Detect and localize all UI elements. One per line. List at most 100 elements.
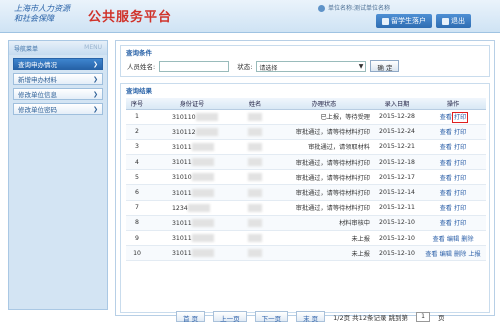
date-cell: 2015-12-18 [374, 154, 420, 171]
sidebar-item-label: 修改单位信息 [18, 91, 57, 99]
sidebar-header: 导航菜单 MENU [9, 41, 107, 55]
confirm-button[interactable]: 确 定 [370, 60, 400, 72]
logo-line-2: 和社会保障 [14, 14, 54, 23]
id-number-cell: 310112 [148, 124, 236, 140]
prev-page-button[interactable]: 上一页 [213, 311, 247, 323]
id-number-cell: 310110 [148, 109, 236, 125]
logout-button[interactable]: 退出 [436, 14, 471, 28]
date-cell: 2015-12-21 [374, 139, 420, 156]
redacted-block [248, 112, 262, 121]
view-link[interactable]: 查看 [425, 251, 437, 258]
table-row: 10 31011 未上报 2015-12-10 查看 编辑 删除 上报 [126, 245, 486, 262]
chevron-right-icon: ❯ [92, 75, 98, 83]
sidebar-item-add[interactable]: 新增申办材料 ❯ [13, 73, 103, 85]
print-link[interactable]: 打印 [454, 205, 466, 212]
date-cell: 2015-12-10 [374, 230, 420, 247]
id-number-cell: 31011 [148, 139, 236, 156]
edit-link[interactable]: 编辑 [440, 251, 452, 258]
print-link[interactable]: 打印 [451, 112, 469, 124]
view-link[interactable]: 查看 [440, 114, 452, 121]
date-cell: 2015-12-10 [374, 245, 420, 262]
id-number-cell: 31011 [148, 215, 236, 232]
view-link[interactable]: 查看 [440, 144, 452, 151]
redacted-block [191, 218, 214, 227]
status-cell: 审批通过，请等待材料打印 [274, 200, 374, 216]
view-link[interactable]: 查看 [440, 220, 452, 227]
redacted-block [248, 127, 262, 136]
id-number-text: 31010 [172, 174, 192, 182]
operations-cell: 查看 打印 [420, 169, 486, 186]
redacted-block [248, 158, 262, 167]
name-cell [236, 139, 274, 156]
print-link[interactable]: 打印 [454, 220, 466, 227]
redacted-block [191, 234, 214, 243]
edit-link[interactable]: 编辑 [447, 236, 459, 243]
first-page-button[interactable]: 首 页 [176, 311, 206, 323]
operations-cell: 查看 编辑 删除 上报 [420, 245, 486, 262]
date-cell: 2015-12-17 [374, 169, 420, 186]
redacted-block [191, 188, 214, 197]
id-number-text: 31011 [172, 189, 192, 197]
query-row: 人员姓名: 状态: 请选择 ▼ 确 定 [127, 60, 400, 72]
sidebar-item-edit-password[interactable]: 修改单位密码 ❯ [13, 103, 103, 115]
view-link[interactable]: 查看 [440, 129, 452, 136]
id-number-text: 31011 [172, 250, 192, 258]
view-link[interactable]: 查看 [440, 175, 452, 182]
id-number-text: 1234 [172, 204, 188, 212]
id-number-text: 31011 [172, 159, 192, 167]
status-cell: 审批通过，请等待材料打印 [274, 154, 374, 171]
name-input[interactable] [159, 60, 230, 72]
delete-link[interactable]: 删除 [454, 251, 466, 258]
table-header-row: 序号 身份证号 姓名 办理状态 录入日期 操作 [126, 98, 486, 110]
submit-link[interactable]: 上报 [468, 251, 480, 258]
date-cell: 2015-12-14 [374, 184, 420, 201]
row-number-cell: 7 [126, 200, 148, 216]
name-cell [236, 215, 274, 232]
header-buttons: 留学生落户 退出 [376, 14, 471, 28]
view-link[interactable]: 查看 [440, 190, 452, 197]
redacted-block [248, 249, 262, 258]
logo-line-1: 上海市人力资源 [14, 4, 70, 13]
operations-cell: 查看 打印 [420, 124, 486, 140]
print-link[interactable]: 打印 [454, 129, 466, 136]
print-link[interactable]: 打印 [454, 190, 466, 197]
redacted-block [191, 158, 214, 167]
date-cell: 2015-12-11 [374, 200, 420, 216]
operations-cell: 查看 打印 [420, 139, 486, 156]
sidebar-item-label: 查询申办情况 [18, 61, 57, 69]
sidebar-menu-label: MENU [84, 44, 102, 51]
table-row: 7 1234 审批通过，请等待材料打印 2015-12-11 查看 打印 [126, 200, 486, 216]
last-page-button[interactable]: 末 页 [296, 311, 326, 323]
table-row: 5 31010 审批通过，请等待材料打印 2015-12-17 查看 打印 [126, 169, 486, 186]
table-row: 1 310110 已上报，等待受理 2015-12-28 查看 打印 [126, 109, 486, 125]
id-number-cell: 31010 [148, 169, 236, 186]
redacted-block [191, 142, 214, 151]
status-cell: 审批通过，请等待材料打印 [274, 124, 374, 140]
name-cell [236, 169, 274, 186]
page-number-input[interactable]: 1 [416, 311, 431, 322]
next-page-button[interactable]: 下一页 [254, 311, 289, 323]
print-link[interactable]: 打印 [454, 160, 466, 167]
print-link[interactable]: 打印 [454, 144, 466, 151]
redacted-block [248, 218, 262, 227]
row-number-cell: 2 [126, 124, 148, 140]
delete-link[interactable]: 删除 [461, 236, 473, 243]
row-number-cell: 8 [126, 215, 148, 232]
overseas-student-button[interactable]: 留学生落户 [376, 14, 432, 28]
operations-cell: 查看 编辑 删除 [420, 230, 486, 247]
status-cell: 审批通过，请等待材料打印 [274, 184, 374, 201]
operations-cell: 查看 打印 [420, 154, 486, 171]
status-select[interactable]: 请选择 ▼ [256, 60, 367, 72]
table-row: 4 31011 审批通过，请等待材料打印 2015-12-18 查看 打印 [126, 154, 486, 171]
view-link[interactable]: 查看 [440, 160, 452, 167]
view-link[interactable]: 查看 [440, 205, 452, 212]
id-number-cell: 31011 [148, 184, 236, 201]
status-select-value: 请选择 [259, 64, 278, 72]
sidebar-item-edit-info[interactable]: 修改单位信息 ❯ [13, 88, 103, 100]
sidebar-item-query[interactable]: 查询申办情况 ❯ [13, 58, 103, 70]
status-label: 状态: [237, 63, 253, 71]
name-cell [236, 154, 274, 171]
print-link[interactable]: 打印 [454, 175, 466, 182]
view-link[interactable]: 查看 [432, 236, 444, 243]
user-info-text: 单位名称:测试单位名称 [328, 5, 391, 12]
